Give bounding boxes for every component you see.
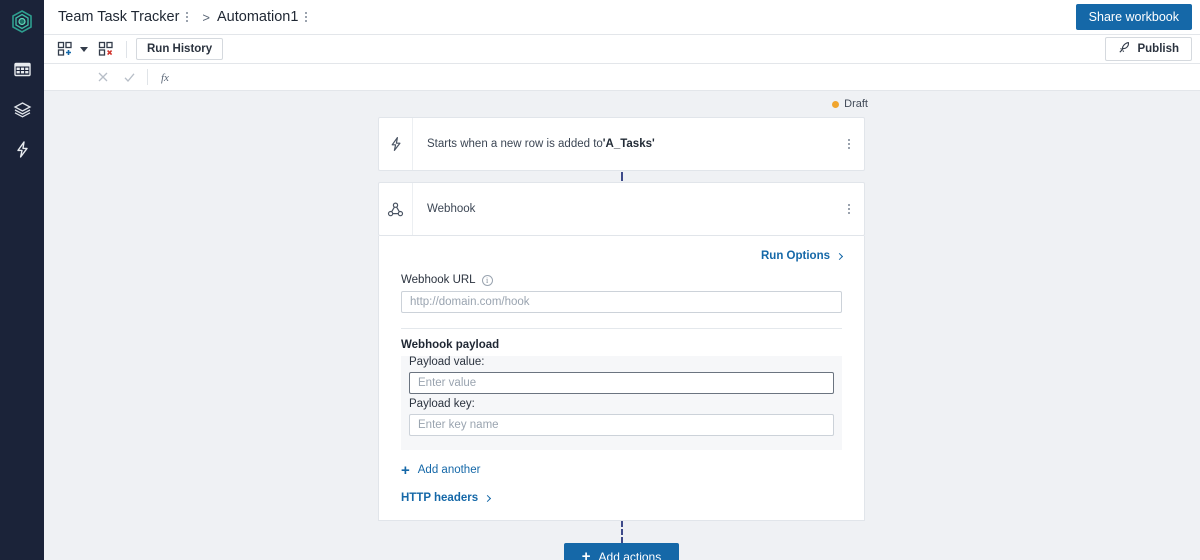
rocket-icon bbox=[1118, 41, 1131, 57]
top-bar: Team Task Tracker > Automation1 Share wo… bbox=[44, 0, 1200, 35]
share-workbook-button[interactable]: Share workbook bbox=[1075, 4, 1192, 30]
publish-label: Publish bbox=[1137, 43, 1179, 55]
sidebar-item-automations[interactable] bbox=[6, 132, 38, 166]
webhook-url-label: Webhook URL bbox=[401, 274, 476, 286]
action-card-title: Webhook bbox=[427, 203, 476, 215]
breadcrumb-page[interactable]: Automation1 bbox=[217, 9, 298, 25]
action-card-menu[interactable] bbox=[834, 183, 864, 235]
webhook-url-label-row: Webhook URL i bbox=[401, 274, 842, 286]
formula-input[interactable] bbox=[181, 64, 1200, 90]
run-options-label: Run Options bbox=[761, 250, 830, 262]
payload-value-label: Payload value: bbox=[409, 356, 485, 368]
automation-flow: Starts when a new row is added to 'A_Tas… bbox=[378, 117, 865, 560]
breadcrumb-workbook[interactable]: Team Task Tracker bbox=[58, 9, 179, 25]
webhook-icon bbox=[379, 183, 413, 235]
trigger-card-menu[interactable] bbox=[834, 118, 864, 170]
add-actions-label: Add actions bbox=[598, 550, 662, 560]
webhook-payload-header: Webhook payload bbox=[401, 339, 500, 351]
add-another-button[interactable]: + Add another bbox=[379, 450, 864, 479]
fx-icon[interactable]: fx bbox=[155, 65, 181, 89]
chevron-down-icon[interactable] bbox=[80, 46, 88, 52]
app-logo-icon[interactable] bbox=[8, 8, 36, 36]
run-history-button[interactable]: Run History bbox=[136, 38, 224, 60]
status-dot-icon bbox=[832, 100, 840, 108]
trigger-text-prefix: Starts when a new row is added to bbox=[427, 138, 603, 150]
automation-canvas: Draft Starts when a new row is added to … bbox=[44, 91, 1200, 560]
webhook-config-panel: Run Options Webhook URL i Webhook payloa… bbox=[378, 236, 865, 521]
chevron-right-icon bbox=[483, 494, 491, 503]
page-menu-kebab-icon[interactable] bbox=[300, 8, 312, 26]
add-actions-wrap: + Add actions bbox=[378, 543, 865, 560]
http-headers-link[interactable]: HTTP headers bbox=[379, 476, 864, 506]
sidebar-item-tables[interactable] bbox=[6, 52, 38, 86]
webhook-payload-box: Payload value: Payload key: bbox=[401, 356, 842, 450]
payload-key-input[interactable] bbox=[409, 414, 834, 436]
toolbar: Run History Publish bbox=[44, 35, 1200, 64]
add-actions-button[interactable]: + Add actions bbox=[563, 543, 680, 560]
run-options-link[interactable]: Run Options bbox=[379, 236, 864, 274]
payload-key-label: Payload key: bbox=[409, 398, 475, 410]
webhook-url-input[interactable] bbox=[401, 291, 842, 313]
chevron-right-icon bbox=[835, 252, 844, 260]
lightning-bolt-icon bbox=[379, 118, 413, 170]
formula-bar: fx bbox=[44, 64, 1200, 91]
breadcrumb-separator: > bbox=[202, 9, 211, 25]
plus-icon: + bbox=[401, 461, 410, 479]
action-card-webhook[interactable]: Webhook bbox=[378, 182, 865, 236]
payload-key-group: Payload key: bbox=[401, 398, 842, 436]
grid-delete-icon[interactable] bbox=[95, 38, 117, 60]
publish-button[interactable]: Publish bbox=[1105, 37, 1192, 61]
dashed-connector-line bbox=[620, 521, 623, 543]
info-icon[interactable]: i bbox=[481, 274, 493, 286]
payload-value-group: Payload value: bbox=[401, 356, 842, 394]
formula-bar-divider bbox=[147, 69, 148, 85]
grid-add-icon[interactable] bbox=[54, 38, 76, 60]
sidebar-item-layers[interactable] bbox=[6, 92, 38, 126]
webhook-url-group: Webhook URL i bbox=[379, 274, 864, 329]
flow-connector-bottom bbox=[378, 521, 865, 543]
svg-text:fx: fx bbox=[161, 72, 169, 84]
add-another-label: Add another bbox=[417, 464, 481, 476]
payload-value-input[interactable] bbox=[409, 372, 834, 394]
trigger-card-body: Starts when a new row is added to 'A_Tas… bbox=[413, 118, 834, 170]
main-column: Team Task Tracker > Automation1 Share wo… bbox=[44, 0, 1200, 560]
status-badge: Draft bbox=[844, 98, 868, 110]
workbook-menu-kebab-icon[interactable] bbox=[181, 8, 193, 26]
trigger-card[interactable]: Starts when a new row is added to 'A_Tas… bbox=[378, 117, 865, 171]
trigger-text-table: 'A_Tasks' bbox=[602, 138, 655, 150]
close-x-icon[interactable] bbox=[90, 65, 116, 89]
kebab-menu-icon[interactable] bbox=[843, 135, 855, 153]
kebab-menu-icon[interactable] bbox=[843, 200, 855, 218]
status-row: Draft bbox=[44, 91, 1200, 117]
flow-connector-top bbox=[378, 171, 865, 182]
left-rail bbox=[0, 0, 44, 560]
toolbar-divider bbox=[126, 40, 127, 58]
check-icon[interactable] bbox=[116, 65, 142, 89]
plus-icon: + bbox=[581, 548, 591, 560]
http-headers-label: HTTP headers bbox=[401, 492, 479, 504]
app-root: Team Task Tracker > Automation1 Share wo… bbox=[0, 0, 1200, 560]
